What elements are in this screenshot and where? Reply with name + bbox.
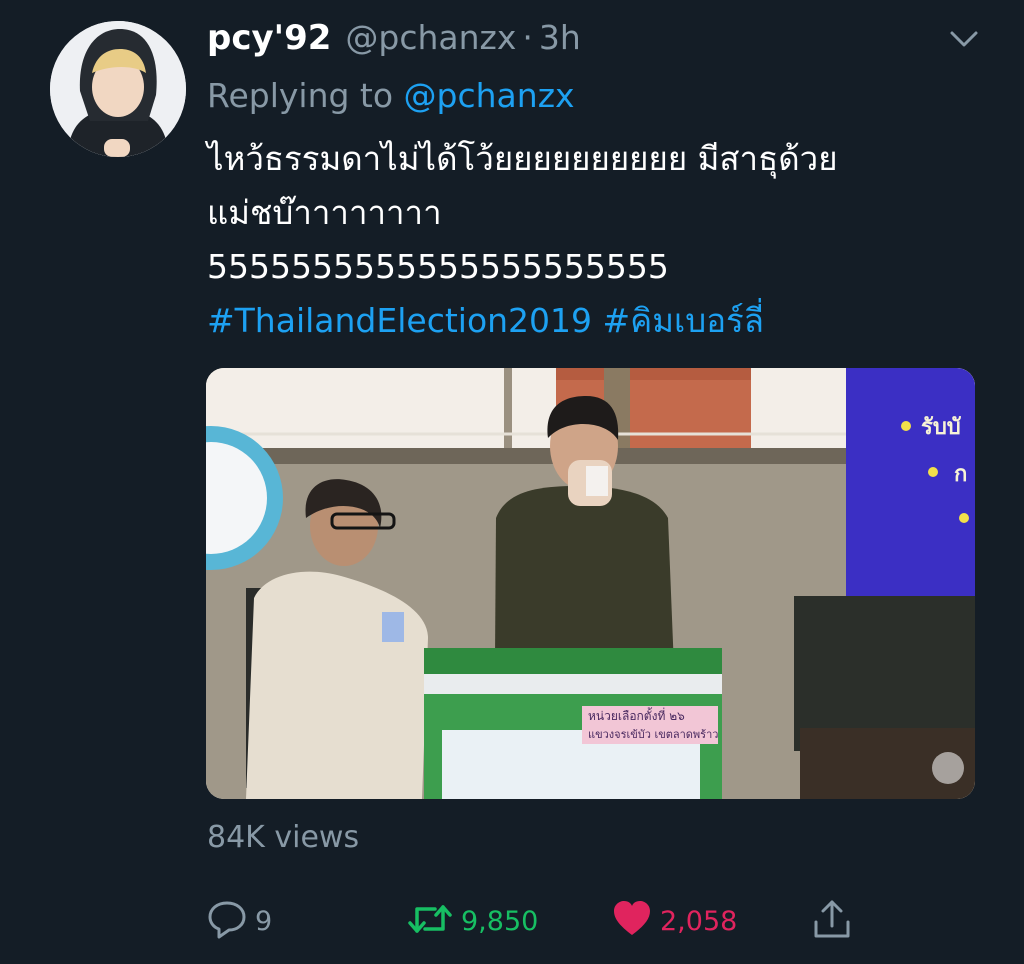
chevron-down-icon[interactable] bbox=[944, 26, 984, 52]
tweet-text-line: ไหว้ธรรมดาไม่ได้โว้ยยยยยยยยยย มีสาธุด้วย bbox=[207, 139, 838, 178]
hashtag-link[interactable]: #คิมเบอร์ลี่ bbox=[603, 301, 764, 340]
like-button[interactable]: 2,058 bbox=[612, 898, 737, 944]
retweet-button[interactable]: 9,850 bbox=[407, 898, 538, 944]
share-button[interactable] bbox=[812, 898, 852, 944]
banner-text: รับบั bbox=[921, 415, 962, 440]
display-name[interactable]: pcy'92 bbox=[207, 18, 331, 58]
replying-to-label: Replying to bbox=[207, 76, 394, 115]
avatar-image bbox=[50, 21, 186, 157]
share-icon bbox=[812, 898, 852, 944]
ballot-label: แขวงจรเข้บัว เขตลาดพร้าว bbox=[588, 728, 718, 741]
view-count: 84K views bbox=[207, 820, 360, 855]
heart-icon bbox=[612, 899, 652, 943]
video-frame: รับบั ก หน่วยเลือกตั้งที่ ๒๖ แขวงจรเข้บั… bbox=[206, 368, 975, 799]
user-handle[interactable]: @pchanzx bbox=[345, 18, 516, 57]
banner-text: ก bbox=[954, 462, 967, 487]
retweet-count: 9,850 bbox=[461, 905, 539, 937]
tweet-text-line: แม่ชบ๊าาาาาาาา bbox=[207, 193, 442, 232]
reply-count: 9 bbox=[255, 905, 273, 937]
hashtag-link[interactable]: #ThailandElection2019 bbox=[207, 301, 592, 340]
retweet-icon bbox=[407, 899, 453, 943]
tweet-text: ไหว้ธรรมดาไม่ได้โว้ยยยยยยยยยย มีสาธุด้วย… bbox=[207, 132, 987, 348]
tweet-header: pcy'92 @pchanzx · 3h bbox=[207, 18, 581, 64]
reply-button[interactable]: 9 bbox=[207, 898, 272, 944]
ballot-label: หน่วยเลือกตั้งที่ ๒๖ bbox=[588, 707, 685, 723]
tweet-video[interactable]: รับบั ก หน่วยเลือกตั้งที่ ๒๖ แขวงจรเข้บั… bbox=[206, 368, 975, 799]
replying-to: Replying to @pchanzx bbox=[207, 76, 575, 115]
avatar[interactable] bbox=[50, 21, 186, 157]
separator-dot: · bbox=[522, 18, 533, 57]
replying-to-mention[interactable]: @pchanzx bbox=[404, 76, 575, 115]
reply-icon bbox=[207, 899, 247, 943]
tweet-text-line: 5555555555555555555555 bbox=[207, 247, 669, 286]
tweet-time[interactable]: 3h bbox=[539, 18, 581, 57]
like-count: 2,058 bbox=[660, 905, 738, 937]
